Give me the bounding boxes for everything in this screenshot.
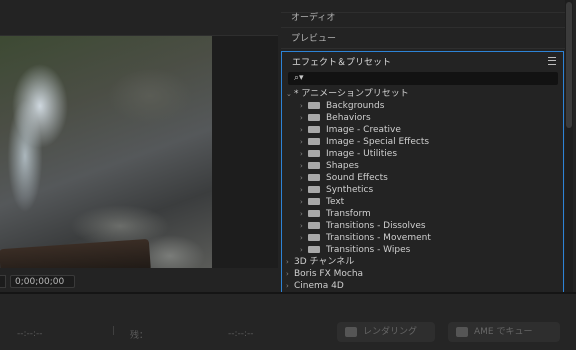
chevron-right-icon[interactable]: › [300, 100, 308, 112]
ame-queue-button[interactable]: AME でキュー [448, 322, 560, 342]
separator: | [112, 326, 116, 336]
preset-folder-item[interactable]: › Image - Utilities [300, 148, 397, 160]
remaining-time: --:--:-- [228, 329, 254, 339]
folder-icon [308, 198, 320, 205]
preset-folder-item[interactable]: › Transitions - Movement [300, 232, 431, 244]
folder-icon [308, 114, 320, 121]
search-input[interactable]: ⌕▾ [288, 72, 558, 85]
tree-item-label: Backgrounds [326, 101, 385, 111]
composition-toolbar [0, 0, 278, 36]
chevron-right-icon[interactable]: › [300, 124, 308, 136]
tree-item-label: 3D チャンネル [294, 257, 355, 267]
chevron-right-icon[interactable]: › [300, 196, 308, 208]
footage-log [0, 238, 151, 268]
tree-item-label: Transform [326, 209, 371, 219]
tree-item-label: Image - Utilities [326, 149, 398, 159]
chevron-right-icon[interactable]: › [300, 208, 308, 220]
chevron-right-icon[interactable]: › [286, 256, 294, 268]
search-icon: ⌕▾ [294, 73, 304, 83]
preset-folder-item[interactable]: › Text [300, 196, 344, 208]
elapsed-time: --:--:-- [17, 329, 43, 339]
folder-icon [308, 246, 320, 253]
panel-audio-label: オーディオ [291, 13, 336, 23]
tree-item-label: Sound Effects [326, 173, 388, 183]
panel-menu-icon[interactable] [548, 57, 556, 65]
preset-folder-item[interactable]: › Shapes [300, 160, 359, 172]
tree-item-label: Image - Special Effects [326, 137, 430, 147]
ame-button-label: AME でキュー [474, 327, 533, 337]
chevron-right-icon[interactable]: › [300, 136, 308, 148]
right-panel-stack: オーディオ プレビュー エフェクト＆プリセット ⌕▾ ⌄ * アニメーションプリセ… [278, 0, 576, 292]
folder-icon [308, 174, 320, 181]
panel-audio-header[interactable]: オーディオ [281, 8, 571, 28]
effects-presets-panel: エフェクト＆プリセット ⌕▾ ⌄ * アニメーションプリセット › Backgroun… [281, 51, 564, 292]
chevron-right-icon[interactable]: › [300, 172, 308, 184]
preset-folder-item[interactable]: › Image - Special Effects [300, 136, 429, 148]
preset-folder-item[interactable]: › Sound Effects [300, 172, 388, 184]
chevron-right-icon[interactable]: › [286, 280, 294, 292]
preset-folder-item[interactable]: › Transitions - Dissolves [300, 220, 426, 232]
remaining-label: 残： [130, 331, 149, 341]
zoom-control[interactable] [0, 275, 6, 288]
tree-item-label: Text [326, 197, 345, 207]
folder-icon [308, 138, 320, 145]
effect-category-item[interactable]: › Boris FX Mocha [286, 268, 363, 280]
effect-category-item[interactable]: ⌄ * アニメーションプリセット [286, 88, 409, 100]
tree-item-label: Shapes [326, 161, 359, 171]
composition-panel: 0;00;00;00 [0, 0, 278, 292]
preset-folder-item[interactable]: › Behaviors [300, 112, 371, 124]
render-button-label: レンダリング [363, 327, 418, 337]
effect-category-item[interactable]: › Cinema 4D [286, 280, 344, 292]
preset-folder-item[interactable]: › Transitions - Wipes [300, 244, 410, 256]
chevron-right-icon[interactable]: › [300, 160, 308, 172]
preset-folder-item[interactable]: › Backgrounds [300, 100, 384, 112]
panel-preview-label: プレビュー [291, 34, 337, 44]
tree-item-label: Transitions - Movement [326, 233, 431, 243]
tree-item-label: * アニメーションプリセット [294, 89, 409, 99]
viewer-footer: 0;00;00;00 [0, 272, 278, 292]
folder-icon [308, 162, 320, 169]
tree-item-label: Boris FX Mocha [294, 269, 364, 279]
effect-category-item[interactable]: › 3D チャンネル [286, 256, 354, 268]
chevron-right-icon[interactable]: › [300, 112, 308, 124]
render-button[interactable]: レンダリング [337, 322, 435, 342]
preset-folder-item[interactable]: › Transform [300, 208, 371, 220]
chevron-right-icon[interactable]: › [286, 268, 294, 280]
tree-item-label: Cinema 4D [294, 281, 344, 291]
panel-preview-header[interactable]: プレビュー [281, 29, 571, 49]
effects-panel-title: エフェクト＆プリセット [292, 58, 392, 68]
folder-icon [308, 126, 320, 133]
tree-item-label: Transitions - Wipes [326, 245, 411, 255]
tree-item-label: Transitions - Dissolves [326, 221, 426, 231]
chevron-right-icon[interactable]: › [300, 184, 308, 196]
folder-icon [308, 222, 320, 229]
composition-viewer[interactable] [0, 36, 212, 268]
folder-icon [308, 186, 320, 193]
folder-icon [308, 102, 320, 109]
panel-scrollbar[interactable] [565, 0, 573, 292]
timecode-display[interactable]: 0;00;00;00 [10, 275, 75, 288]
tree-item-label: Synthetics [326, 185, 374, 195]
preset-folder-item[interactable]: › Synthetics [300, 184, 373, 196]
chevron-down-icon[interactable]: ⌄ [286, 88, 294, 100]
pasteboard [212, 36, 278, 268]
folder-icon [308, 210, 320, 217]
chevron-right-icon[interactable]: › [300, 232, 308, 244]
chevron-right-icon[interactable]: › [300, 220, 308, 232]
folder-icon [308, 150, 320, 157]
folder-icon [308, 234, 320, 241]
tree-item-label: Behaviors [326, 113, 371, 123]
ame-icon [456, 327, 468, 337]
chevron-right-icon[interactable]: › [300, 244, 308, 256]
chevron-right-icon[interactable]: › [300, 148, 308, 160]
tree-item-label: Image - Creative [326, 125, 401, 135]
render-icon [345, 327, 357, 337]
scrollbar-thumb[interactable] [566, 2, 572, 128]
preset-folder-item[interactable]: › Image - Creative [300, 124, 401, 136]
